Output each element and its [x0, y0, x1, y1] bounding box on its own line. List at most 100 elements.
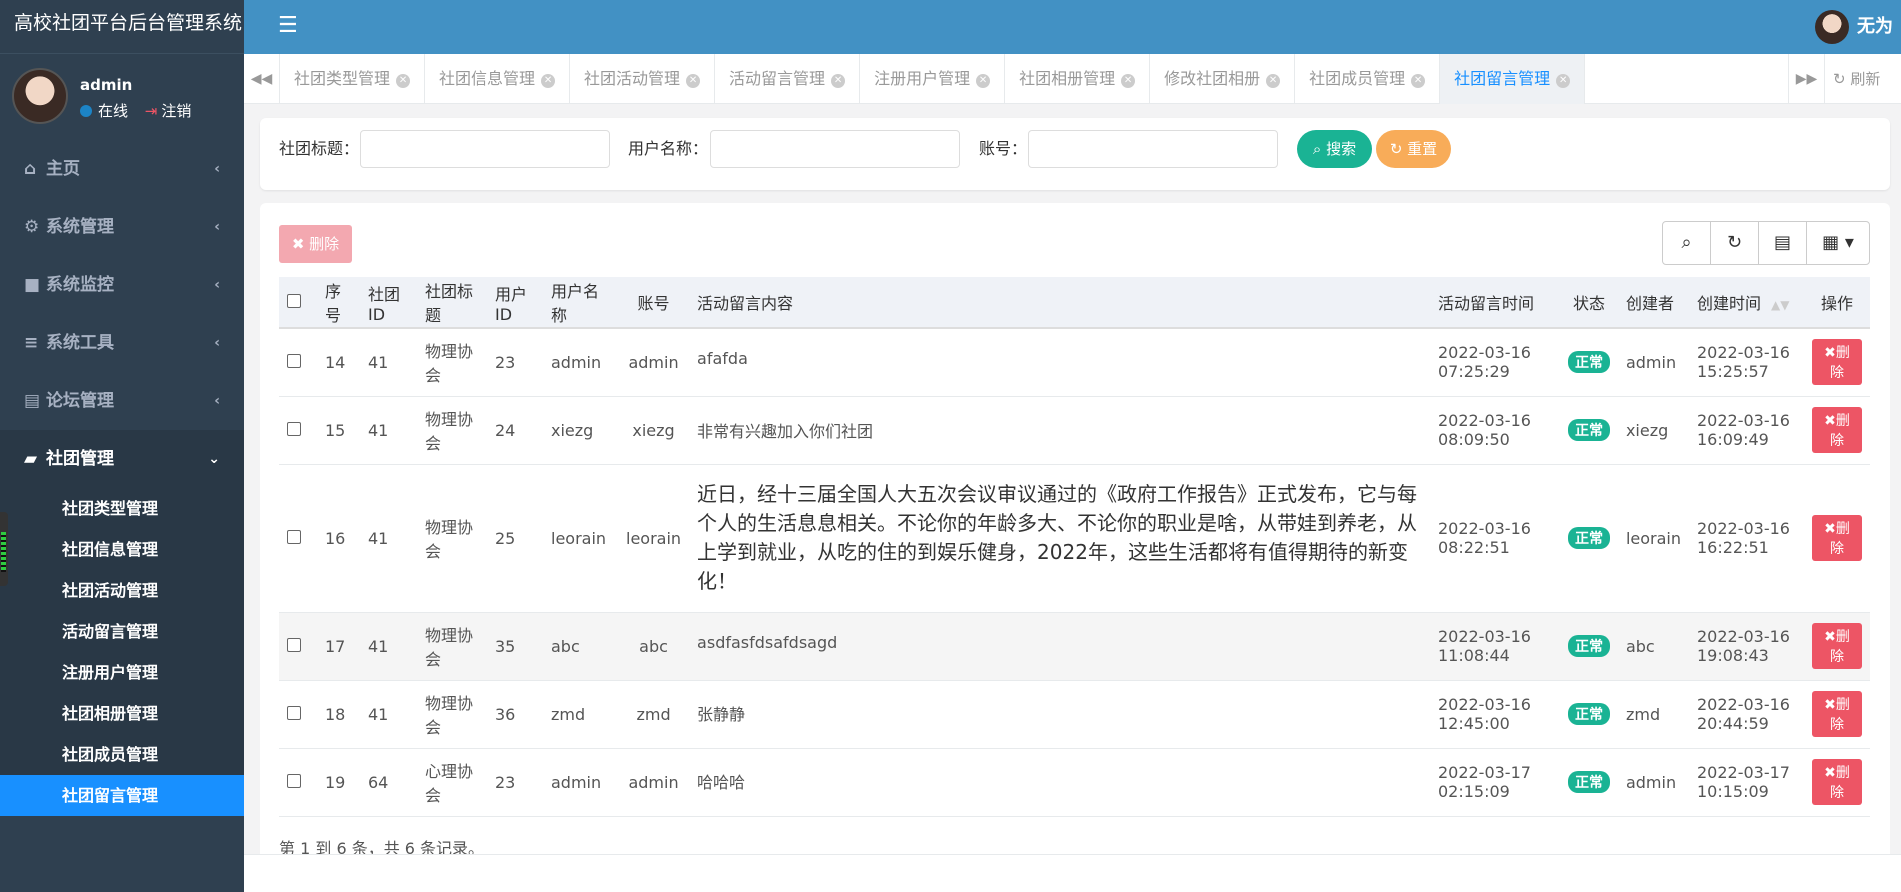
- cell-user-name: zmd: [543, 680, 618, 749]
- tab-scroll-right-icon[interactable]: ▶▶: [1788, 54, 1824, 104]
- row-checkbox[interactable]: [287, 421, 301, 436]
- row-checkbox[interactable]: [287, 637, 301, 652]
- col-header-club-title[interactable]: 社团标题: [417, 277, 487, 329]
- submenu-registered-users[interactable]: 注册用户管理: [0, 652, 244, 693]
- col-header-user-id[interactable]: 用户ID: [487, 277, 543, 329]
- table-panel: ✖ 删除 ⌕ ↻ ▤ ▦ ▾ 序号 社团ID 社团标题 用户ID 用户名称 账号…: [260, 203, 1890, 892]
- close-icon[interactable]: ✕: [1266, 74, 1281, 88]
- cell-message-time: 2022-03-16 11:08:44: [1429, 612, 1560, 681]
- row-delete-button[interactable]: ✖删除: [1812, 691, 1862, 737]
- sidebar-item-club[interactable]: ▰ 社团管理 ⌄: [0, 430, 244, 488]
- table-row[interactable]: 15 41 物理协会 24 xiezg xiezg 非常有兴趣加入你们社团 20…: [279, 396, 1870, 465]
- tab-club-members[interactable]: 社团成员管理 ✕: [1295, 54, 1441, 104]
- col-header-creator[interactable]: 创建者: [1617, 277, 1689, 329]
- close-icon[interactable]: ✕: [1411, 74, 1426, 88]
- tab-edit-club-album[interactable]: 修改社团相册 ✕: [1150, 54, 1296, 104]
- side-widget-handle[interactable]: [0, 512, 8, 586]
- search-toggle-icon[interactable]: ⌕: [1663, 222, 1711, 264]
- table-row[interactable]: 18 41 物理协会 36 zmd zmd 张静静 2022-03-16 12:4…: [279, 680, 1870, 749]
- tab-refresh-button[interactable]: ↻ 刷新: [1824, 54, 1901, 104]
- cell-account: zmd: [618, 680, 690, 749]
- select-all-checkbox[interactable]: [287, 293, 301, 308]
- tab-club-types[interactable]: 社团类型管理 ✕: [280, 54, 426, 104]
- table-row[interactable]: 19 64 心理协会 23 admin admin 哈哈哈 2022-03-17…: [279, 748, 1870, 817]
- bulk-delete-button[interactable]: ✖ 删除: [279, 225, 352, 263]
- row-checkbox[interactable]: [287, 529, 301, 544]
- submenu-club-activities[interactable]: 社团活动管理: [0, 570, 244, 611]
- row-delete-button[interactable]: ✖删除: [1812, 515, 1862, 561]
- col-header-status[interactable]: 状态: [1559, 277, 1618, 329]
- logout-icon[interactable]: ⇥: [145, 102, 158, 120]
- sidebar-item-tools[interactable]: ≡ 系统工具 ‹: [0, 314, 244, 372]
- select-all-cell: [279, 277, 317, 329]
- cell-creator: xiezg: [1617, 396, 1689, 465]
- col-header-club-id[interactable]: 社团ID: [360, 277, 417, 329]
- create-date: 2022-03-17: [1697, 763, 1790, 782]
- cell-no: 15: [317, 396, 360, 465]
- columns-icon[interactable]: ▦ ▾: [1807, 222, 1869, 264]
- tab-club-albums[interactable]: 社团相册管理 ✕: [1005, 54, 1151, 104]
- col-header-content[interactable]: 活动留言内容: [689, 277, 1430, 329]
- tab-club-activities[interactable]: 社团活动管理 ✕: [570, 54, 716, 104]
- col-header-no[interactable]: 序号: [317, 277, 360, 329]
- search-button[interactable]: ⌕ 搜索: [1297, 130, 1372, 168]
- row-delete-button[interactable]: ✖删除: [1812, 623, 1862, 669]
- submenu-club-types[interactable]: 社团类型管理: [0, 488, 244, 529]
- tab-club-messages[interactable]: 社团留言管理 ✕: [1440, 54, 1586, 104]
- sort-icon[interactable]: ▲▼: [1771, 298, 1789, 312]
- message-clock: 08:09:50: [1437, 430, 1510, 449]
- club-title-input[interactable]: [360, 130, 610, 168]
- col-header-account[interactable]: 账号: [618, 277, 690, 329]
- tab-club-info[interactable]: 社团信息管理 ✕: [425, 54, 571, 104]
- row-delete-button[interactable]: ✖删除: [1812, 759, 1862, 805]
- close-icon[interactable]: ✕: [686, 74, 701, 88]
- cell-club-id: 41: [360, 680, 417, 749]
- table-row[interactable]: 17 41 物理协会 35 abc abc asdfasfdsafdsagd 2…: [279, 612, 1870, 681]
- submenu-activity-messages[interactable]: 活动留言管理: [0, 611, 244, 652]
- col-header-create-time[interactable]: 创建时间 ▲▼: [1689, 277, 1804, 329]
- submenu-club-info[interactable]: 社团信息管理: [0, 529, 244, 570]
- account-input[interactable]: [1028, 130, 1278, 168]
- submenu-club-members[interactable]: 社团成员管理: [0, 734, 244, 775]
- table-row[interactable]: 14 41 物理协会 23 admin admin afafda 2022-03…: [279, 328, 1870, 397]
- close-icon[interactable]: ✕: [1556, 74, 1571, 88]
- cell-actions: ✖删除: [1804, 612, 1870, 681]
- row-delete-button[interactable]: ✖删除: [1812, 339, 1862, 386]
- row-delete-button[interactable]: ✖删除: [1812, 407, 1862, 453]
- sidebar-item-monitor[interactable]: ■ 系统监控 ‹: [0, 256, 244, 314]
- col-header-user-name[interactable]: 用户名称: [543, 277, 618, 329]
- row-checkbox[interactable]: [287, 773, 301, 788]
- id-card-icon: ▤: [24, 391, 41, 411]
- tab-label: 修改社团相册: [1164, 69, 1261, 88]
- logout-link[interactable]: 注销: [161, 102, 191, 120]
- close-icon[interactable]: ✕: [976, 74, 991, 88]
- reset-button[interactable]: ↻ 重置: [1376, 130, 1451, 168]
- submenu-club-messages[interactable]: 社团留言管理: [0, 775, 244, 816]
- row-checkbox[interactable]: [287, 353, 301, 368]
- create-clock: 16:22:51: [1697, 538, 1769, 557]
- tab-scroll-left-icon[interactable]: ◀◀: [244, 54, 280, 104]
- sidebar-item-home[interactable]: ⌂ 主页 ‹: [0, 140, 244, 198]
- cell-actions: ✖删除: [1804, 464, 1870, 613]
- row-checkbox[interactable]: [287, 705, 301, 720]
- refresh-icon[interactable]: ↻: [1711, 222, 1759, 264]
- table-row[interactable]: 16 41 物理协会 25 leorain leorain 近日，经十三届全国人…: [279, 464, 1870, 613]
- close-icon[interactable]: ✕: [541, 74, 556, 88]
- cell-message-time: 2022-03-17 02:15:09: [1429, 748, 1560, 817]
- menu-toggle-icon[interactable]: ☰: [278, 13, 298, 38]
- create-date: 2022-03-16: [1697, 411, 1790, 430]
- close-icon[interactable]: ✕: [831, 74, 846, 88]
- col-header-message-time[interactable]: 活动留言时间: [1429, 277, 1560, 329]
- close-icon[interactable]: ✕: [1121, 74, 1136, 88]
- tab-activity-messages[interactable]: 活动留言管理 ✕: [715, 54, 861, 104]
- close-icon[interactable]: ✕: [396, 74, 411, 88]
- toggle-view-icon[interactable]: ▤: [1759, 222, 1807, 264]
- username-input[interactable]: [710, 130, 960, 168]
- avatar[interactable]: [12, 68, 68, 124]
- submenu-club-albums[interactable]: 社团相册管理: [0, 693, 244, 734]
- sidebar-item-forum[interactable]: ▤ 论坛管理 ‹: [0, 372, 244, 430]
- tab-registered-users[interactable]: 注册用户管理 ✕: [860, 54, 1006, 104]
- header-user[interactable]: 无为: [1815, 10, 1893, 44]
- sidebar-item-system[interactable]: ⚙ 系统管理 ‹: [0, 198, 244, 256]
- cell-user-name: xiezg: [543, 396, 618, 465]
